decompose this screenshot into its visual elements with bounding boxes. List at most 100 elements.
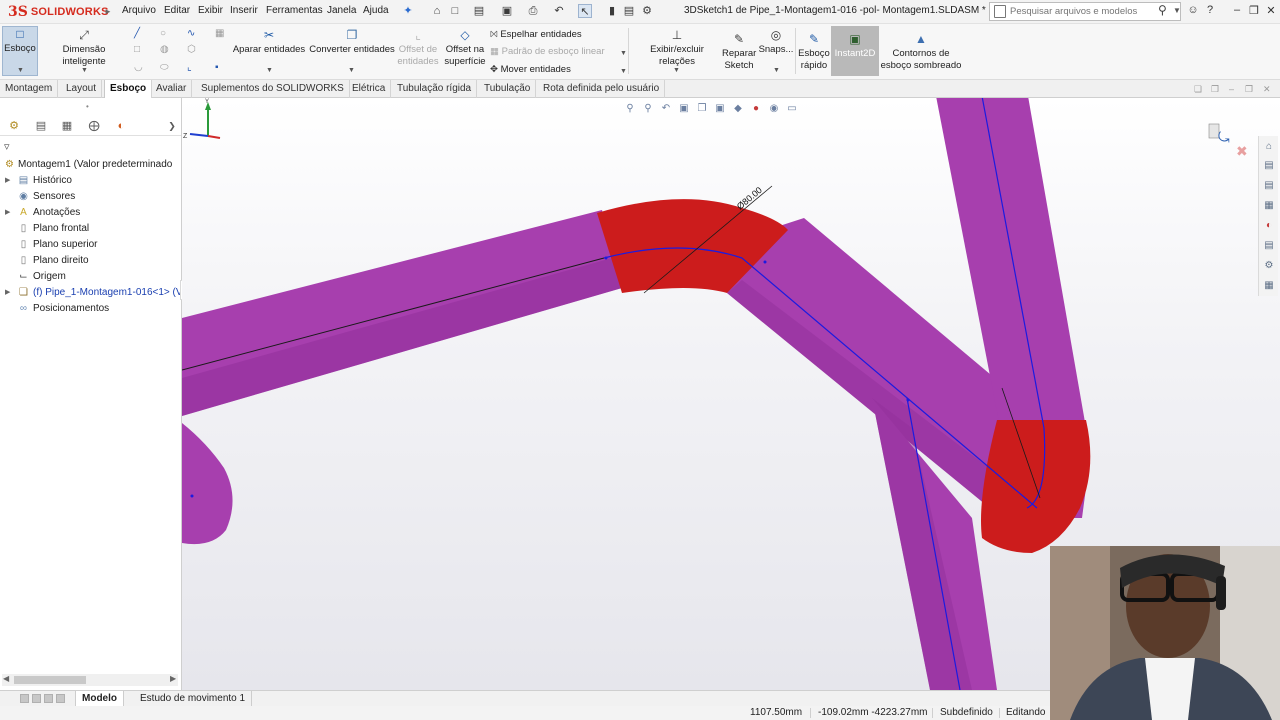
smart-dimension-button[interactable]: ⤢ Dimensão inteligente xyxy=(40,28,128,68)
hide-show-icon[interactable]: ◆ xyxy=(731,102,745,116)
filter-icon[interactable]: ▿ xyxy=(4,140,10,153)
view-orientation-icon[interactable]: ❐ xyxy=(695,102,709,116)
snaps-caret-icon[interactable]: ▼ xyxy=(773,67,780,74)
sketch-point[interactable] xyxy=(906,398,910,402)
doc-minimize-icon[interactable]: – xyxy=(1229,84,1234,94)
scrollbar-thumb[interactable] xyxy=(14,676,86,684)
spline-icon[interactable]: ∿ xyxy=(187,28,195,39)
snaps-button[interactable]: ◎ Snaps... xyxy=(758,28,794,56)
file-properties-icon[interactable]: ▤ xyxy=(622,4,636,18)
tab-tubulacao-rigida[interactable]: Tubulação rígida xyxy=(392,80,478,98)
tab-eletrica[interactable]: Elétrica xyxy=(347,80,392,98)
tab-avaliar[interactable]: Avaliar xyxy=(151,80,193,98)
linear-pattern-button[interactable]: ▦ Padrão de esboço linear xyxy=(490,46,605,58)
undo-icon[interactable]: ↶ xyxy=(552,4,566,18)
repair-sketch-button[interactable]: ✎ Reparar Sketch xyxy=(722,32,756,72)
slot-icon[interactable]: ◍ xyxy=(160,44,169,55)
doc-restore-icon[interactable]: ❐ xyxy=(1245,84,1253,95)
convert-caret-icon[interactable]: ▼ xyxy=(348,67,355,74)
doc-tile-icon[interactable]: ❐ xyxy=(1211,84,1219,95)
pipe-segment[interactable] xyxy=(182,423,233,545)
circle-icon[interactable]: ○ xyxy=(160,28,166,39)
confirm-corner-icon[interactable]: ⤿ xyxy=(1218,130,1230,146)
line-icon[interactable]: ╱ xyxy=(134,28,140,39)
solidworks-logo[interactable]: 3S SOLIDWORKS xyxy=(8,3,109,21)
tab-suplementos[interactable]: Suplementos do SOLIDWORKS xyxy=(196,80,350,98)
tree-item-plano-superior[interactable]: ▯ Plano superior xyxy=(0,237,181,253)
menu-janela[interactable]: Janela xyxy=(327,5,356,16)
first-tab-icon[interactable] xyxy=(20,694,29,703)
close-icon[interactable]: ✕ xyxy=(1264,4,1278,17)
tab-layout[interactable]: Layout xyxy=(61,80,103,98)
tree-item-historico[interactable]: ▶ ▤ Histórico xyxy=(0,173,181,189)
scroll-right-icon[interactable]: ▶ xyxy=(170,674,176,683)
scroll-left-icon[interactable]: ◀ xyxy=(3,674,9,683)
appearance-icon[interactable]: ● xyxy=(749,102,763,116)
move-caret-icon[interactable]: ▼ xyxy=(620,68,627,75)
search-icon[interactable]: ⚲ xyxy=(1158,3,1167,17)
expand-arrow-icon[interactable]: ▶ xyxy=(5,285,10,301)
add-ins-icon[interactable]: ▦ xyxy=(1262,279,1276,293)
offset-entities-button[interactable]: ⌞ Offset de entidades xyxy=(396,28,440,68)
view-palette-icon[interactable]: ▦ xyxy=(1262,199,1276,213)
section-view-icon[interactable]: ▣ xyxy=(677,102,691,116)
solidworks-forum-icon[interactable]: ⚙ xyxy=(1262,259,1276,273)
prev-tab-icon[interactable] xyxy=(32,694,41,703)
move-entities-button[interactable]: ✥ Mover entidades xyxy=(490,64,571,76)
tree-root-assembly[interactable]: ⚙ Montagem1 (Valor predeterminado xyxy=(0,157,181,173)
zoom-area-icon[interactable]: ⚲ xyxy=(641,102,655,116)
search-input[interactable] xyxy=(1010,4,1158,19)
search-caret-icon[interactable]: ▼ xyxy=(1173,6,1181,15)
trim-entities-button[interactable]: ✂ Aparar entidades xyxy=(232,28,306,56)
options-gear-icon[interactable]: ⚙ xyxy=(640,4,654,18)
panel-grip-icon[interactable]: • xyxy=(86,102,89,111)
polygon-icon[interactable]: ⬡ xyxy=(187,44,196,55)
rebuild-icon[interactable]: ▮ xyxy=(605,4,619,18)
smart-dimension-caret-icon[interactable]: ▼ xyxy=(81,67,88,74)
search-scope-icon[interactable] xyxy=(994,5,1006,18)
tab-montagem[interactable]: Montagem xyxy=(0,80,59,98)
fillet-icon[interactable]: ⌞ xyxy=(187,62,192,73)
display-manager-tab-icon[interactable]: ◐ xyxy=(113,118,129,134)
appearances-icon[interactable]: ◐ xyxy=(1262,219,1276,233)
restore-icon[interactable]: ❐ xyxy=(1247,4,1261,17)
search-box[interactable]: ⚲ ▼ xyxy=(989,2,1181,21)
property-manager-tab-icon[interactable]: ▤ xyxy=(33,118,49,134)
point-icon[interactable]: ▦ xyxy=(215,28,224,39)
logo-caret-icon[interactable]: ► xyxy=(104,7,112,16)
tree-item-pipe-part[interactable]: ▶ ❏ (f) Pipe_1-Montagem1-016<1> (V xyxy=(0,285,181,301)
resources-home-icon[interactable]: ⌂ xyxy=(1262,140,1276,154)
menu-inserir[interactable]: Inserir xyxy=(230,5,258,16)
new-document-icon[interactable]: □ xyxy=(448,4,462,18)
mirror-entities-button[interactable]: ⨝ Espelhar entidades xyxy=(490,29,582,41)
dimxpert-tab-icon[interactable]: ⨁ xyxy=(86,118,102,134)
expand-arrow-icon[interactable]: ▶ xyxy=(5,173,10,189)
save-icon[interactable]: ▣ xyxy=(500,4,514,18)
configuration-manager-tab-icon[interactable]: ▦ xyxy=(59,118,75,134)
menu-exibir[interactable]: Exibir xyxy=(198,5,223,16)
help-icon[interactable]: ? xyxy=(1203,4,1217,16)
tab-tubulacao[interactable]: Tubulação xyxy=(479,80,537,98)
display-relations-button[interactable]: ⊥ Exibir/excluir relações xyxy=(632,28,722,68)
relations-caret-icon[interactable]: ▼ xyxy=(673,67,680,74)
user-icon[interactable]: ☺ xyxy=(1186,4,1200,16)
dimension-label[interactable]: Ø80.00 xyxy=(735,185,764,212)
tree-item-sensores[interactable]: ◉ Sensores xyxy=(0,189,181,205)
instant2d-button[interactable]: ▣ Instant2D xyxy=(831,26,879,76)
minimize-icon[interactable]: – xyxy=(1230,4,1244,16)
panel-expand-icon[interactable]: ❯ xyxy=(164,118,180,134)
open-folder-icon[interactable]: ▤ xyxy=(472,4,486,18)
display-style-icon[interactable]: ▣ xyxy=(713,102,727,116)
rectangle-icon[interactable]: □ xyxy=(134,44,140,55)
tab-rota-definida[interactable]: Rota definida pelo usuário xyxy=(538,80,666,98)
tab-estudo-movimento[interactable]: Estudo de movimento 1 xyxy=(134,691,253,706)
sketch-caret-icon[interactable]: ▼ xyxy=(17,67,24,74)
sketch-point[interactable] xyxy=(190,494,194,498)
offset-surface-button[interactable]: ◇ Offset na superfície xyxy=(442,28,488,68)
arc-icon[interactable]: ◡ xyxy=(134,62,143,73)
home-icon[interactable]: ⌂ xyxy=(430,4,444,18)
expand-arrow-icon[interactable]: ▶ xyxy=(5,205,10,221)
select-cursor-icon[interactable]: ↖ xyxy=(578,4,592,18)
last-tab-icon[interactable] xyxy=(56,694,65,703)
menu-arquivo[interactable]: Arquivo xyxy=(122,5,156,16)
